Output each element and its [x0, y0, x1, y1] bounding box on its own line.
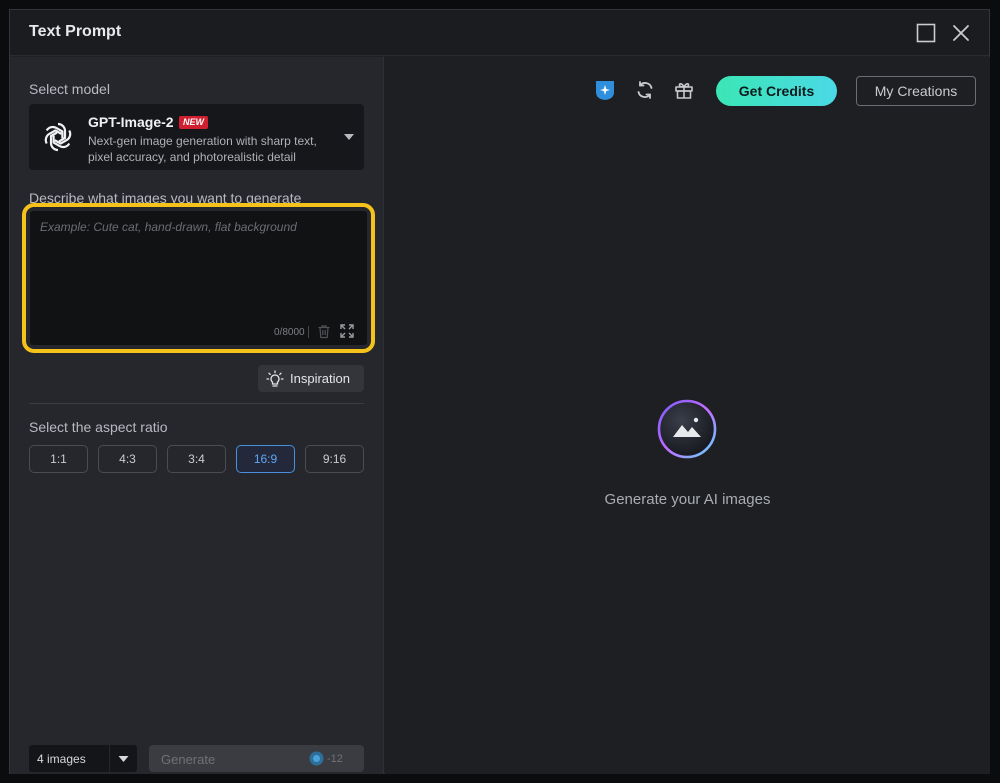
character-counter: 0/8000 — [274, 327, 305, 338]
image-count-select[interactable]: 4 images — [29, 745, 137, 772]
maximize-icon[interactable] — [915, 22, 937, 44]
select-model-label: Select model — [29, 81, 110, 97]
chevron-down-icon[interactable] — [343, 132, 355, 142]
ai-image-placeholder-icon — [657, 399, 717, 459]
image-count-value: 4 images — [37, 752, 86, 766]
inspiration-button[interactable]: Inspiration — [258, 365, 364, 392]
ai-badge-icon[interactable] — [593, 78, 617, 102]
expand-icon[interactable] — [340, 324, 354, 338]
select-divider — [109, 745, 110, 772]
ratio-16-9-button[interactable]: 16:9 — [236, 445, 295, 473]
lightbulb-icon — [266, 370, 284, 387]
model-description: Next-gen image generation with sharp tex… — [88, 134, 317, 164]
prompt-input[interactable] — [30, 211, 367, 321]
aspect-ratio-label: Select the aspect ratio — [29, 419, 168, 435]
prompt-box: 0/8000 — [30, 211, 367, 345]
close-icon[interactable] — [950, 22, 972, 44]
openai-logo-icon — [44, 122, 72, 152]
inspiration-label: Inspiration — [290, 371, 350, 386]
counter-divider — [308, 326, 309, 338]
settings-panel: Select model GPT-Image-2 NEW Next-gen im… — [10, 57, 384, 774]
text-prompt-window: Text Prompt Select model GPT-Image-2 NEW… — [9, 9, 990, 774]
results-panel: Get Credits My Creations Generate your A… — [385, 57, 990, 774]
credit-coin-icon — [309, 751, 324, 766]
generate-button[interactable]: Generate -12 — [149, 745, 364, 772]
ratio-4-3-button[interactable]: 4:3 — [98, 445, 157, 473]
new-badge: NEW — [179, 116, 208, 129]
model-name: GPT-Image-2 — [88, 114, 174, 130]
model-selector[interactable]: GPT-Image-2 NEW Next-gen image generatio… — [29, 104, 364, 170]
section-divider — [29, 403, 364, 404]
refresh-icon[interactable] — [633, 78, 657, 102]
window-title: Text Prompt — [29, 23, 122, 40]
ratio-1-1-button[interactable]: 1:1 — [29, 445, 88, 473]
empty-state-text: Generate your AI images — [604, 491, 771, 508]
ratio-3-4-button[interactable]: 3:4 — [167, 445, 226, 473]
gift-icon[interactable] — [672, 78, 696, 102]
my-creations-button[interactable]: My Creations — [856, 76, 976, 106]
generate-label: Generate — [161, 752, 216, 767]
generate-cost: -12 — [327, 753, 343, 765]
chevron-down-icon[interactable] — [118, 755, 129, 763]
title-bar: Text Prompt — [10, 10, 989, 56]
trash-icon[interactable] — [317, 324, 331, 339]
get-credits-button[interactable]: Get Credits — [716, 76, 837, 106]
ratio-9-16-button[interactable]: 9:16 — [305, 445, 364, 473]
prompt-highlight-frame: 0/8000 — [22, 203, 375, 353]
